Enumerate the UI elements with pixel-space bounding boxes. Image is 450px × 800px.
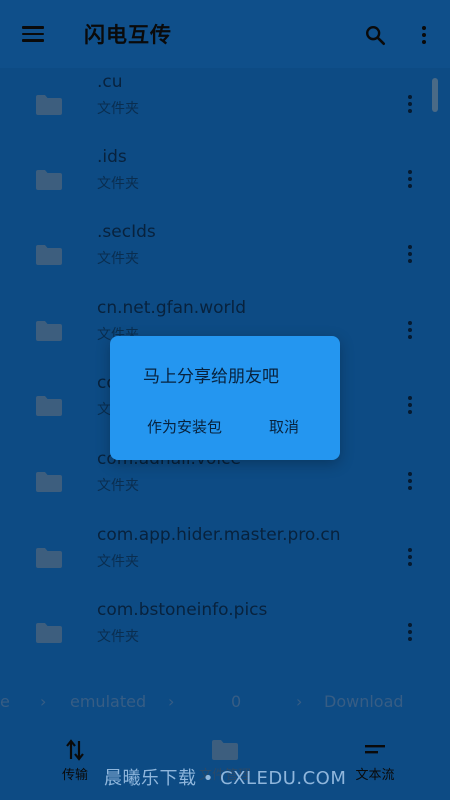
item-more-icon[interactable] <box>407 245 413 265</box>
file-type: 文件夹 <box>97 478 139 494</box>
folder-icon <box>36 321 62 341</box>
nav-text-stream[interactable]: 文本流 <box>350 736 400 783</box>
folder-icon <box>36 548 62 568</box>
app-title: 闪电互传 <box>84 23 172 47</box>
chevron-right-icon: › <box>40 692 47 711</box>
folder-icon <box>36 472 62 492</box>
chevron-right-icon: › <box>296 692 303 711</box>
file-type: 文件夹 <box>97 629 139 645</box>
install-package-button[interactable]: 作为安装包 <box>147 416 222 437</box>
nav-transfer[interactable]: 传输 <box>52 736 98 783</box>
chevron-right-icon: › <box>168 692 175 711</box>
share-dialog: 马上分享给朋友吧 作为安装包 取消 <box>110 336 340 460</box>
file-type: 文件夹 <box>97 176 139 192</box>
nav-label: 文本流 <box>355 768 395 783</box>
file-type: 文件夹 <box>97 251 139 267</box>
breadcrumb-item[interactable]: 0 <box>231 692 241 711</box>
list-item[interactable]: .cu 文件夹 <box>0 70 450 145</box>
file-type: 文件夹 <box>97 101 139 117</box>
folder-icon <box>36 623 62 643</box>
item-more-icon[interactable] <box>407 623 413 643</box>
file-name: com.bstoneinfo.pics <box>97 600 268 620</box>
more-options-icon[interactable] <box>418 26 430 48</box>
breadcrumb-item[interactable]: e <box>0 692 10 711</box>
breadcrumb-item[interactable]: Download <box>324 692 404 711</box>
item-more-icon[interactable] <box>407 321 413 341</box>
top-app-bar: 闪电互传 <box>0 0 450 68</box>
scrollbar[interactable] <box>432 78 438 112</box>
item-more-icon[interactable] <box>407 170 413 190</box>
item-more-icon[interactable] <box>407 95 413 115</box>
folder-icon <box>212 740 238 760</box>
breadcrumb: e › emulated › 0 › Download <box>0 678 450 726</box>
search-icon[interactable] <box>364 24 386 46</box>
watermark: 晨曦乐下载 • CXLEDU.COM <box>104 768 347 789</box>
file-name: com.app.hider.master.pro.cn <box>97 525 341 545</box>
folder-icon <box>36 170 62 190</box>
text-stream-icon <box>365 745 385 754</box>
file-name: cn.net.gfan.world <box>97 298 247 318</box>
menu-icon[interactable] <box>22 22 44 46</box>
nav-label: 传输 <box>61 768 88 783</box>
folder-icon <box>36 396 62 416</box>
dialog-title: 马上分享给朋友吧 <box>143 367 279 387</box>
cancel-button[interactable]: 取消 <box>269 416 299 437</box>
transfer-icon <box>66 739 84 761</box>
list-item[interactable]: .secIds 文件夹 <box>0 220 450 295</box>
file-type: 文件夹 <box>97 554 139 570</box>
list-item[interactable]: .ids 文件夹 <box>0 145 450 220</box>
folder-icon <box>36 95 62 115</box>
item-more-icon[interactable] <box>407 472 413 492</box>
file-name: .cu <box>97 72 123 92</box>
folder-icon <box>36 245 62 265</box>
list-item[interactable]: com.app.hider.master.pro.cn 文件夹 <box>0 523 450 598</box>
list-item[interactable]: com.bstoneinfo.pics 文件夹 <box>0 598 450 673</box>
breadcrumb-item[interactable]: emulated <box>70 692 146 711</box>
file-name: .ids <box>97 147 127 167</box>
file-name: .secIds <box>97 222 156 242</box>
item-more-icon[interactable] <box>407 396 413 416</box>
item-more-icon[interactable] <box>407 548 413 568</box>
